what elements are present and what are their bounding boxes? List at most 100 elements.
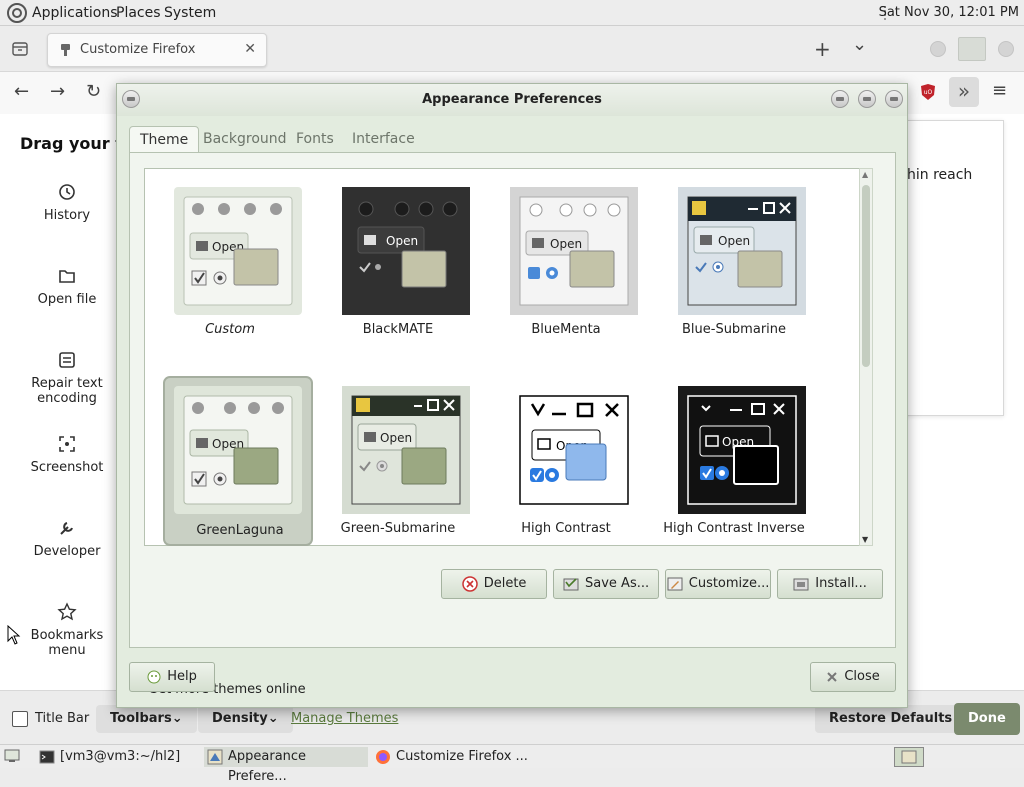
help-button[interactable]: Help [129,662,215,692]
manage-themes-link[interactable]: Manage Themes [291,705,398,733]
delete-button[interactable]: Delete [441,569,547,599]
svg-text:Open: Open [550,237,582,251]
dialog-maximize-button[interactable] [858,90,876,108]
theme-thumbnail: Open [174,386,302,514]
title-bar-label: Title Bar [35,711,90,726]
close-label: Close [844,669,880,684]
dialog-titlebar[interactable]: Appearance Preferences [117,84,907,116]
tab-background[interactable]: Background [193,126,297,154]
install-icon [793,578,809,590]
tab-close-button[interactable]: ✕ [244,41,256,57]
overflow-menu-button[interactable]: » [949,77,979,107]
dialog-title: Appearance Preferences [422,92,602,107]
theme-thumbnail: Open [678,187,806,315]
wrench-icon [60,522,73,535]
theme-item-custom[interactable]: Open Custom [155,177,305,347]
overflow-panel: hin reach [902,120,1004,416]
svg-text:uO: uO [924,89,933,96]
toolbar-item-open-file[interactable]: Open file [20,266,114,307]
theme-item-blue-submarine[interactable]: Open Blue-Submarine [659,177,809,347]
screenshot-icon [59,436,75,452]
mate-logo-icon[interactable] [7,3,27,23]
new-tab-button[interactable]: + [814,37,831,61]
theme-name: Custom [205,322,255,337]
app-menu-button[interactable]: ≡ [992,80,1007,101]
tab-interface[interactable]: Interface [342,126,425,154]
toolbar-item-repair-text-encoding[interactable]: Repair text encoding [20,350,114,406]
folder-icon [59,270,75,283]
theme-name: GreenLaguna [196,523,284,538]
scroll-thumb[interactable] [862,185,870,367]
item-label: Repair text encoding [31,376,103,406]
delete-label: Delete [483,576,527,591]
dialog-close-titlebar-button[interactable] [885,90,903,108]
theme-name: High Contrast Inverse [663,521,805,536]
toolbar-item-developer[interactable]: Developer [20,518,114,559]
tab-customize-firefox[interactable]: Customize Firefox ✕ [47,33,267,67]
theme-item-bluementa[interactable]: Open BlueMenta [491,177,641,347]
back-button[interactable]: ← [14,81,29,102]
svg-text:Open: Open [386,234,418,248]
scroll-up-icon[interactable]: ▲ [862,170,868,179]
clock-icon [59,184,75,200]
theme-item-high-contrast[interactable]: Open High Contrast [491,376,641,546]
done-button[interactable]: Done [954,703,1020,735]
theme-item-greenlaguna[interactable]: Open GreenLaguna [163,376,313,546]
menu-system[interactable]: System [164,5,216,21]
close-window-button[interactable] [998,41,1014,57]
item-label: History [43,208,91,223]
overflow-panel-text: hin reach [907,167,973,183]
terminal-icon [39,750,55,764]
theme-list-scrollbar[interactable]: ▲ ▼ [859,168,873,546]
toolbar-item-history[interactable]: History [20,182,114,223]
save-as-button[interactable]: Save As... [553,569,659,599]
show-desktop-icon[interactable] [4,749,20,763]
theme-item-green-submarine[interactable]: Open Green-Submarine [323,376,473,546]
theme-thumbnail: Open [342,187,470,315]
restore-defaults-button[interactable]: Restore Defaults [815,705,967,733]
customize-button[interactable]: Customize... [665,569,771,599]
tab-groups-icon[interactable] [12,41,28,57]
save-as-icon [563,577,579,590]
appearance-icon [207,749,223,765]
taskbar-item-terminal[interactable]: [vm3@vm3:~/hl2] [36,747,200,767]
tab-list-button[interactable]: ⌄ [852,34,867,55]
title-bar-checkbox[interactable] [12,711,28,727]
customize-label: Customize... [688,576,770,591]
customize-icon [667,577,683,590]
text-encoding-icon [59,352,75,368]
firefox-tab-bar: Customize Firefox ✕ + ⌄ [0,26,1024,72]
clock[interactable]: Sat Nov 30, 12:01 PM [879,5,1019,20]
toolbar-item-screenshot[interactable]: Screenshot [20,434,114,475]
item-label: Developer [33,544,101,559]
ublock-icon[interactable]: uO [920,83,936,101]
dialog-minimize-button[interactable] [831,90,849,108]
tab-title: Customize Firefox [80,42,196,57]
taskbar-item-label: [vm3@vm3:~/hl2] [60,749,181,764]
workspace-switcher-icon[interactable] [894,747,924,767]
taskbar-item-label: Customize Firefox ... [396,749,528,764]
menu-applications[interactable]: Applications [32,5,118,21]
tab-fonts[interactable]: Fonts [286,126,344,154]
tab-theme[interactable]: Theme [129,126,200,154]
forward-button[interactable]: → [50,81,65,102]
chevron-down-icon: ⌄ [171,711,183,726]
toolbar-item-bookmarks-menu[interactable]: Bookmarks menu [20,602,114,658]
menu-places[interactable]: Places [116,5,161,21]
taskbar-item-appearance[interactable]: Appearance Prefere... [204,747,368,784]
install-button[interactable]: Install... [777,569,883,599]
theme-item-high-contrast-inverse[interactable]: Open High Contrast Inverse [659,376,809,546]
density-label: Density [212,711,268,726]
theme-item-blackmate[interactable]: Open BlackMATE [323,177,473,347]
reload-button[interactable]: ↻ [86,81,101,102]
scroll-down-icon[interactable]: ▼ [862,535,868,544]
density-dropdown[interactable]: Density⌄ [198,705,293,733]
maximize-window-button[interactable] [958,37,986,61]
help-icon [147,670,161,683]
minimize-window-button[interactable] [930,41,946,57]
taskbar-item-firefox[interactable]: Customize Firefox ... [372,747,536,767]
toolbars-dropdown[interactable]: Toolbars⌄ [96,705,197,733]
theme-list[interactable]: Open Custom Open BlackMATE Open BlueMent… [144,168,869,546]
delete-icon [461,575,478,592]
close-button[interactable]: Close [810,662,896,692]
